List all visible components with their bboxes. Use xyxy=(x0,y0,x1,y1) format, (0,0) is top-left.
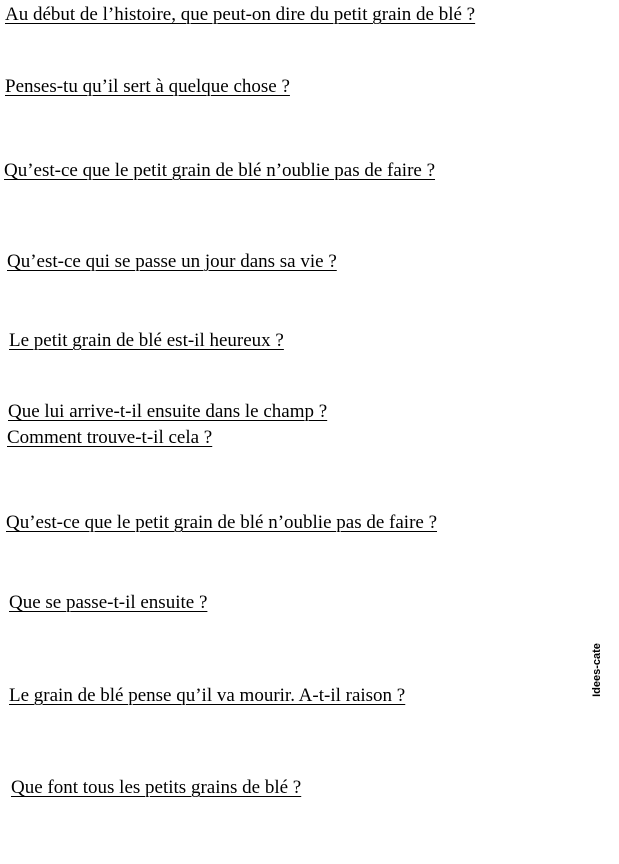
watermark-label: Idees-cate xyxy=(591,643,603,697)
question-8: Qu’est-ce que le petit grain de blé n’ou… xyxy=(6,512,438,533)
question-9: Que se passe-t-il ensuite ? xyxy=(9,592,208,613)
question-3: Qu’est-ce que le petit grain de blé n’ou… xyxy=(4,160,436,181)
question-4: Qu’est-ce qui se passe un jour dans sa v… xyxy=(7,251,337,272)
question-11: Que font tous les petits grains de blé ? xyxy=(11,777,302,798)
question-1: Au début de l’histoire, que peut-on dire… xyxy=(5,4,476,25)
question-6: Que lui arrive-t-il ensuite dans le cham… xyxy=(8,401,328,422)
question-5: Le petit grain de blé est-il heureux ? xyxy=(9,330,284,351)
question-7: Comment trouve-t-il cela ? xyxy=(7,427,213,448)
question-2: Penses-tu qu’il sert à quelque chose ? xyxy=(5,76,290,97)
question-10: Le grain de blé pense qu’il va mourir. A… xyxy=(9,685,406,706)
